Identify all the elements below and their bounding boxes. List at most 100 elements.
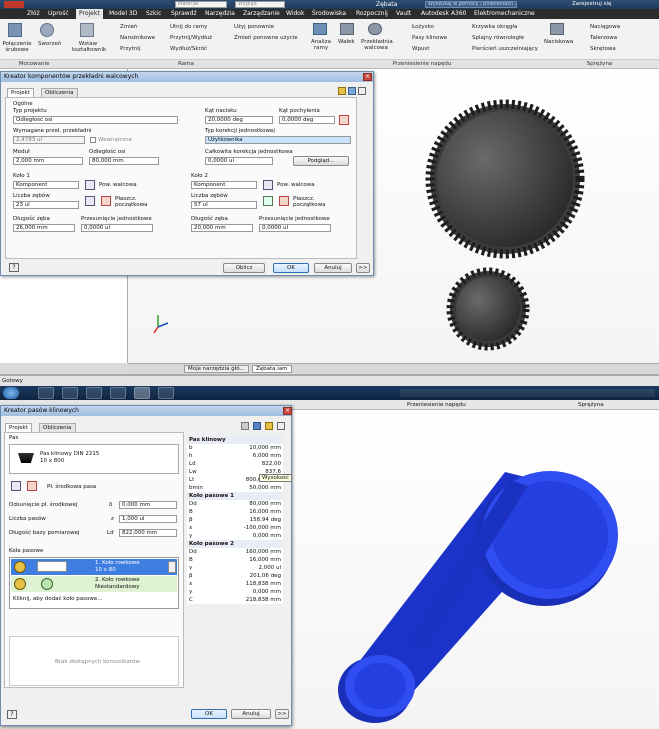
kolo2-przesuniecie-input[interactable]: 0,0000 ul	[259, 224, 331, 232]
wpust-button[interactable]: Wpust	[412, 46, 429, 52]
frame-analysis-icon[interactable]	[313, 23, 327, 35]
belt-ok-button[interactable]: OK	[191, 709, 227, 719]
kolo2-cylinder-icon[interactable]	[263, 180, 273, 190]
app-logo-icon[interactable]	[4, 1, 24, 8]
appearance-dropdown[interactable]: Wygląd	[235, 1, 285, 8]
kat-nacisku-input[interactable]: 20,0000 deg	[205, 116, 273, 124]
typ-korekcji-select[interactable]: Użytkownika	[205, 136, 351, 144]
polaczenie-srubowe-button[interactable]: Połączenie śrubowe	[2, 41, 32, 53]
typ-projektu-select[interactable]: Odległość osi	[13, 116, 178, 124]
kolo2-liczba-zebow-input[interactable]: 57 ul	[191, 201, 257, 209]
ok-button[interactable]: OK	[273, 263, 309, 273]
tab-model3d[interactable]: Model 3D	[109, 10, 137, 17]
add-pulley-row[interactable]: Kliknij, aby dodać koło pasowe...	[13, 596, 103, 602]
sign-in-link[interactable]: Zarejestruj się	[572, 1, 611, 7]
tab-a360[interactable]: Autodesk A360	[421, 10, 467, 17]
podglad-button[interactable]: Podgląd...	[293, 156, 349, 166]
tab-narzedzia[interactable]: Narzędzia	[205, 10, 235, 17]
close-icon[interactable]: ×	[363, 73, 372, 81]
kolo1-przesuniecie-input[interactable]: 0,0000 ul	[81, 224, 153, 232]
tab-rozpocznij[interactable]: Rozpocznij	[356, 10, 388, 17]
options-icon[interactable]	[348, 87, 356, 95]
kolo2-start-plane-icon[interactable]	[263, 196, 273, 206]
system-tray[interactable]	[400, 389, 655, 397]
belt-save-icon[interactable]	[253, 422, 261, 430]
tab-zarzadzanie[interactable]: Zarządzanie	[243, 10, 280, 17]
kat-pochylenia-input[interactable]: 0,0000 deg	[279, 116, 335, 124]
belt-tab-obliczenia[interactable]: Obliczenia	[39, 423, 76, 432]
kolo1-komponent-select[interactable]: Komponent	[13, 181, 79, 189]
shaft-icon[interactable]	[340, 23, 354, 35]
belt-anuluj-button[interactable]: Anuluj	[231, 709, 271, 719]
belt-plane-icon[interactable]	[11, 481, 21, 491]
narozniki-button[interactable]: Narożnikowe	[120, 35, 155, 41]
kolo1-start-plane-icon[interactable]	[85, 196, 95, 206]
belt-help-button-icon[interactable]: ?	[7, 710, 17, 719]
help-icon[interactable]	[338, 87, 346, 95]
wewnetrzne-checkbox[interactable]	[90, 137, 96, 143]
pulley-1-more-icon[interactable]	[168, 561, 176, 573]
naciskowa-button[interactable]: Naciskowa	[544, 39, 573, 45]
tab-widok[interactable]: Widok	[286, 10, 304, 17]
kolo1-flip-icon[interactable]	[101, 196, 111, 206]
compression-spring-icon[interactable]	[550, 23, 564, 35]
naciagowa-button[interactable]: Naciągowa	[590, 24, 620, 30]
taskbar-ie-icon[interactable]	[38, 387, 54, 399]
zmien-button[interactable]: Zmień	[120, 24, 138, 30]
zmien-ponowne-button[interactable]: Zmień ponowne użycie	[234, 35, 298, 41]
przytnij-button[interactable]: Przytnij	[120, 46, 140, 52]
doc-tab-zebata[interactable]: Zębata.iam	[252, 365, 292, 373]
belt-more-button[interactable]: >>	[275, 709, 289, 719]
tab-obliczenia[interactable]: Obliczenia	[41, 88, 78, 97]
taskbar-inventor-icon[interactable]	[134, 387, 150, 399]
przytnij-wydluz-button[interactable]: Przytnij/Wydłuż	[170, 35, 212, 41]
kolo1-cylinder-icon[interactable]	[85, 180, 95, 190]
tab-vault[interactable]: Vault	[396, 10, 411, 17]
tab-elektromech[interactable]: Elektromechaniczne	[474, 10, 535, 17]
krzywka-button[interactable]: Krzywka okrągła	[472, 24, 517, 30]
graphics-viewport-2[interactable]	[290, 410, 659, 729]
tab-sprawdz[interactable]: Sprawdź	[171, 10, 197, 17]
modul-select[interactable]: 2,000 mm	[13, 157, 83, 165]
analiza-ramy-button[interactable]: Analiza ramy	[308, 39, 334, 51]
oblicz-button[interactable]: Oblicz	[223, 263, 265, 273]
belt-flip-icon[interactable]	[27, 481, 37, 491]
calkowita-input[interactable]: 0,0000 ul	[205, 157, 273, 165]
wymagane-input[interactable]: 2,4783 ul	[13, 136, 85, 144]
material-dropdown[interactable]: Materiał	[175, 1, 227, 8]
taskbar-chrome-icon[interactable]	[86, 387, 102, 399]
tab-uprosc[interactable]: Uprość	[48, 10, 69, 17]
tab-srodowiska[interactable]: Środowiska	[312, 10, 346, 17]
doc-tab-narzedzia[interactable]: Moje narzędzia głó...	[184, 365, 249, 373]
utnij-button[interactable]: Utnij do ramy	[170, 24, 207, 30]
sworzen-button[interactable]: Sworzeń	[38, 41, 61, 47]
kolo1-dlugosc-input[interactable]: 26,000 mm	[13, 224, 75, 232]
taskbar-app-icon[interactable]	[158, 387, 174, 399]
odl-osi-input[interactable]: 80,000 mm	[89, 157, 159, 165]
more-button[interactable]: >>	[356, 263, 370, 273]
wstaw-ksztaltownik-button[interactable]: Wstaw kształtownik	[72, 41, 106, 53]
pasy-klinowe-button[interactable]: Pasy klinowe	[412, 35, 447, 41]
odsuniecie-input[interactable]: 0,000 mm	[119, 501, 177, 509]
tab-szkic[interactable]: Szkic	[146, 10, 161, 17]
spur-gear-icon[interactable]	[368, 23, 382, 35]
kolo2-dlugosc-input[interactable]: 20,000 mm	[191, 224, 253, 232]
tab-zloz[interactable]: Złóż	[27, 10, 40, 17]
pierscien-button[interactable]: Pierścień uszczelniający	[472, 46, 538, 52]
belt-open-icon[interactable]	[241, 422, 249, 430]
help-button-icon[interactable]: ?	[9, 263, 19, 272]
taskbar-outlook-icon[interactable]	[110, 387, 126, 399]
frame-insert-icon[interactable]	[80, 23, 94, 37]
start-orb-icon[interactable]	[3, 387, 19, 399]
kolo1-liczba-zebow-input[interactable]: 23 ul	[13, 201, 79, 209]
belt-close-icon[interactable]: ×	[283, 407, 292, 415]
talerzowa-button[interactable]: Talerzowa	[590, 35, 617, 41]
splajny-button[interactable]: Splajny równoległe	[472, 35, 524, 41]
belt-type-box[interactable]: Pas klinowy DIN 2215 10 x 800	[9, 444, 179, 474]
belt-tab-projekt[interactable]: Projekt	[5, 423, 32, 432]
taskbar-explorer-icon[interactable]	[62, 387, 78, 399]
liczba-pasow-input[interactable]: 1,000 ul	[119, 515, 177, 523]
kolo2-komponent-select[interactable]: Komponent	[191, 181, 257, 189]
pulley-1-placement-select[interactable]	[37, 561, 67, 572]
search-help-input[interactable]: Wyszukaj w pomocy i poleceniach...	[425, 1, 517, 8]
